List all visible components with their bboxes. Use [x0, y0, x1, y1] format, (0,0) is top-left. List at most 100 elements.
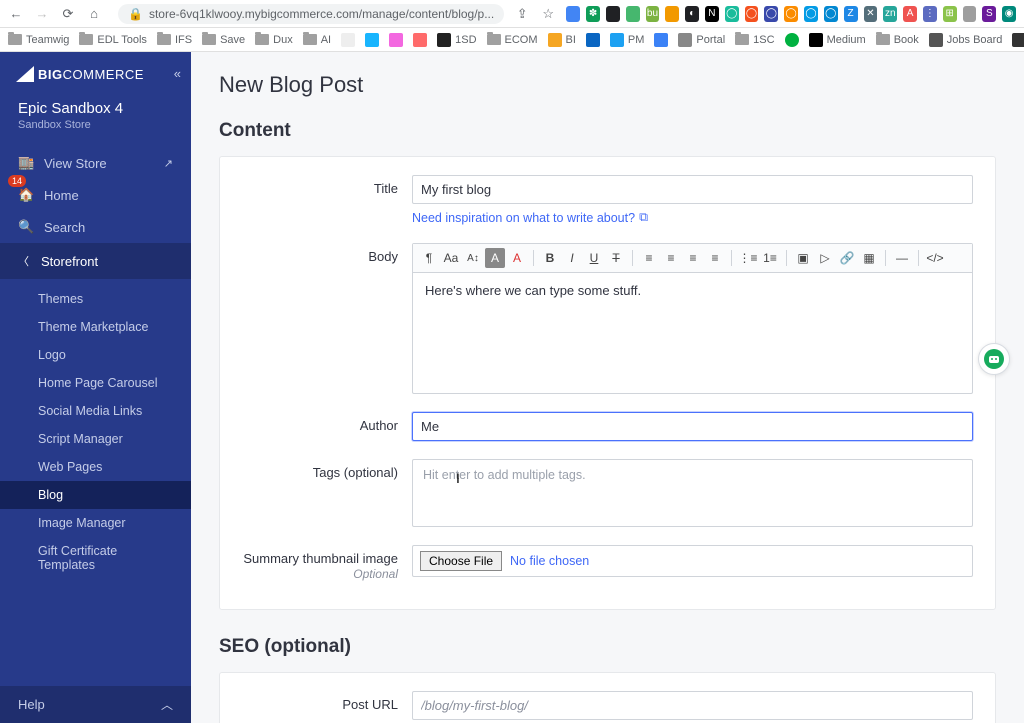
source-code-icon[interactable]: </>	[925, 248, 945, 268]
sidebar-item-logo[interactable]: Logo	[0, 341, 191, 369]
bookmark[interactable]: Dux	[255, 34, 293, 46]
title-input[interactable]	[412, 175, 973, 204]
bookmark[interactable]: BCQA	[1012, 33, 1024, 47]
ext-icon[interactable]: ◯	[784, 6, 798, 22]
reload-button[interactable]: ⟳	[60, 6, 76, 22]
ext-icon[interactable]: ◉	[1002, 6, 1016, 22]
star-icon[interactable]: ☆	[540, 6, 556, 22]
sidebar-item-social-media-links[interactable]: Social Media Links	[0, 397, 191, 425]
home-button[interactable]: ⌂	[86, 6, 102, 22]
bookmark[interactable]: BI	[548, 33, 576, 47]
ext-icon[interactable]	[566, 6, 580, 22]
hr-icon[interactable]: —	[892, 248, 912, 268]
ext-icon[interactable]: bu	[646, 6, 660, 22]
bold-icon[interactable]: B	[540, 248, 560, 268]
bookmark[interactable]: ECOM	[487, 34, 538, 46]
ext-icon[interactable]: ◯	[725, 6, 739, 22]
bookmark[interactable]: AI	[303, 34, 331, 46]
body-textarea[interactable]: Here's where we can type some stuff.	[413, 273, 972, 393]
address-bar[interactable]: 🔒 store-6vq1klwooy.mybigcommerce.com/man…	[118, 4, 504, 24]
paragraph-format-icon[interactable]: ¶	[419, 248, 439, 268]
underline-icon[interactable]: U	[584, 248, 604, 268]
ext-icon[interactable]	[665, 6, 679, 22]
ext-icon[interactable]: ◐	[685, 6, 699, 22]
storefront-section[interactable]: 〈 Storefront	[0, 243, 191, 279]
sidebar-item-theme-marketplace[interactable]: Theme Marketplace	[0, 313, 191, 341]
strike-icon[interactable]: T	[606, 248, 626, 268]
sidebar-item-blog[interactable]: Blog	[0, 481, 191, 509]
bookmark[interactable]	[341, 33, 355, 47]
share-icon[interactable]: ⇪	[514, 6, 530, 22]
bookmark[interactable]: IFS	[157, 34, 192, 46]
forward-button[interactable]: →	[34, 6, 50, 22]
brand-logo[interactable]: BIGCOMMERCE	[0, 52, 191, 92]
bookmark[interactable]: 1SC	[735, 34, 774, 46]
ext-icon[interactable]: zn	[883, 6, 897, 22]
video-icon[interactable]: ▷	[815, 248, 835, 268]
number-list-icon[interactable]: 1≡	[760, 248, 780, 268]
bookmark[interactable]	[413, 33, 427, 47]
collapse-sidebar-icon[interactable]: «	[174, 66, 181, 81]
sidebar-item-script-manager[interactable]: Script Manager	[0, 425, 191, 453]
choose-file-button[interactable]: Choose File	[420, 551, 502, 571]
font-size-icon[interactable]: A↕	[463, 248, 483, 268]
bullet-list-icon[interactable]: ⋮≡	[738, 248, 758, 268]
bookmark[interactable]: EDL Tools	[79, 34, 147, 46]
align-justify-icon[interactable]: ≡	[705, 248, 725, 268]
ext-icon[interactable]: ⊞	[943, 6, 957, 22]
bookmark[interactable]: Portal	[678, 33, 725, 47]
author-input[interactable]	[412, 412, 973, 441]
sidebar-item-web-pages[interactable]: Web Pages	[0, 453, 191, 481]
text-bg-icon[interactable]: A	[485, 248, 505, 268]
ext-icon[interactable]	[963, 6, 977, 22]
text-color-icon[interactable]: A	[507, 248, 527, 268]
ext-icon[interactable]: ◯	[745, 6, 759, 22]
ext-icon[interactable]: ◯	[804, 6, 818, 22]
ext-icon[interactable]: ✽	[586, 6, 600, 22]
inspiration-link[interactable]: Need inspiration on what to write about?…	[412, 210, 648, 225]
bookmark[interactable]	[389, 33, 403, 47]
table-icon[interactable]: ▦	[859, 248, 879, 268]
ext-icon[interactable]: ◯	[824, 6, 838, 22]
ext-icon[interactable]	[626, 6, 640, 22]
ext-icon[interactable]: A	[903, 6, 917, 22]
help-widget[interactable]	[978, 343, 1010, 375]
chevron-left-icon: 〈	[18, 253, 29, 269]
back-button[interactable]: ←	[8, 6, 24, 22]
bookmark[interactable]	[365, 33, 379, 47]
sidebar-item-gift-certificate-templates[interactable]: Gift Certificate Templates	[0, 537, 191, 579]
bookmark[interactable]: Save	[202, 34, 245, 46]
font-family-icon[interactable]: Aa	[441, 248, 461, 268]
ext-icon[interactable]: N	[705, 6, 719, 22]
ext-icon[interactable]: ◯	[764, 6, 778, 22]
bookmark[interactable]: PM	[610, 33, 645, 47]
bookmark[interactable]: 1SD	[437, 33, 476, 47]
ext-icon[interactable]: ⋮	[923, 6, 937, 22]
bookmark[interactable]: Book	[876, 34, 919, 46]
post-url-input[interactable]	[412, 691, 973, 720]
search-link[interactable]: 🔍 Search	[0, 211, 191, 243]
sidebar-item-themes[interactable]: Themes	[0, 285, 191, 313]
tags-input[interactable]: Hit enter to add multiple tags.	[412, 459, 973, 527]
help-link[interactable]: Help ︿	[0, 686, 191, 723]
bookmark[interactable]: Teamwig	[8, 34, 69, 46]
image-icon[interactable]: ▣	[793, 248, 813, 268]
ext-icon[interactable]: Z	[844, 6, 858, 22]
bookmark[interactable]	[785, 33, 799, 47]
sidebar-item-image-manager[interactable]: Image Manager	[0, 509, 191, 537]
align-right-icon[interactable]: ≡	[683, 248, 703, 268]
link-icon[interactable]: 🔗	[837, 248, 857, 268]
view-store-link[interactable]: 🏬 View Store ↗	[0, 147, 191, 179]
ext-icon[interactable]	[606, 6, 620, 22]
home-link[interactable]: 🏠 14 Home	[0, 179, 191, 211]
sidebar-item-home-page-carousel[interactable]: Home Page Carousel	[0, 369, 191, 397]
ext-icon[interactable]: ✕	[864, 6, 878, 22]
bookmark[interactable]	[654, 33, 668, 47]
bookmark[interactable]: Jobs Board	[929, 33, 1003, 47]
bookmark[interactable]	[586, 33, 600, 47]
ext-icon[interactable]: S	[982, 6, 996, 22]
italic-icon[interactable]: I	[562, 248, 582, 268]
align-left-icon[interactable]: ≡	[639, 248, 659, 268]
align-center-icon[interactable]: ≡	[661, 248, 681, 268]
bookmark[interactable]: Medium	[809, 33, 866, 47]
